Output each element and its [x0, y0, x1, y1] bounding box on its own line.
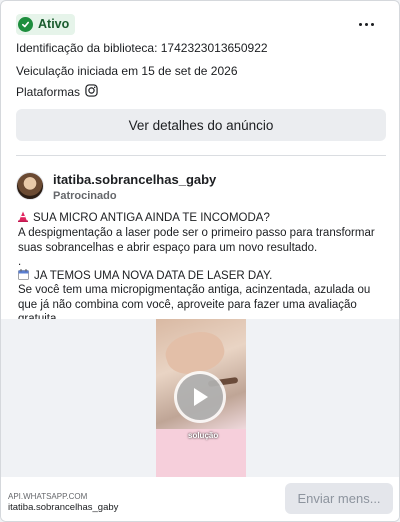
- status-badge: Ativo: [16, 13, 76, 35]
- status-row: Ativo: [16, 13, 76, 35]
- ad-text-line: SUA MICRO ANTIGA AINDA TE INCOMODA?: [18, 211, 388, 226]
- library-id: Identificação da biblioteca: 17423230136…: [16, 41, 268, 55]
- send-message-button[interactable]: Enviar mens...: [285, 483, 393, 514]
- ad-details-button[interactable]: Ver detalhes do anúncio: [16, 109, 386, 141]
- ad-body-1: A despigmentação a laser pode ser o prim…: [18, 227, 375, 254]
- ad-text-line: JA TEMOS UMA NOVA DATA DE LASER DAY.: [18, 269, 388, 284]
- more-options-button[interactable]: [357, 17, 375, 31]
- ad-card: Ativo Identificação da biblioteca: 17423…: [0, 0, 400, 522]
- divider: [16, 155, 386, 156]
- avatar[interactable]: [16, 172, 44, 200]
- ad-subheadline: JA TEMOS UMA NOVA DATA DE LASER DAY.: [34, 270, 273, 282]
- more-dot: [370, 22, 374, 26]
- calendar-icon: [18, 269, 29, 280]
- footer-page-name[interactable]: itatiba.sobrancelhas_gaby: [8, 502, 118, 513]
- platforms-label: Plataformas: [16, 85, 81, 99]
- run-start-date: Veiculação iniciada em 15 de set de 2026: [16, 64, 238, 78]
- play-button[interactable]: [174, 371, 226, 423]
- ad-headline: SUA MICRO ANTIGA AINDA TE INCOMODA?: [33, 212, 270, 224]
- page-name-link[interactable]: itatiba.sobrancelhas_gaby: [53, 172, 216, 187]
- more-dot: [364, 22, 368, 26]
- ad-separator: .: [18, 256, 22, 268]
- warning-cone-icon: [18, 211, 28, 222]
- link-domain[interactable]: API.WHATSAPP.COM: [8, 492, 87, 501]
- platforms-row: Plataformas: [16, 84, 98, 100]
- video-caption: solução: [188, 431, 219, 440]
- play-icon: [194, 388, 208, 406]
- check-circle-icon: [18, 16, 33, 32]
- instagram-icon: [85, 84, 98, 100]
- sponsored-label: Patrocinado: [53, 190, 117, 202]
- more-horizontal-icon: [358, 22, 362, 26]
- status-label: Ativo: [38, 17, 70, 31]
